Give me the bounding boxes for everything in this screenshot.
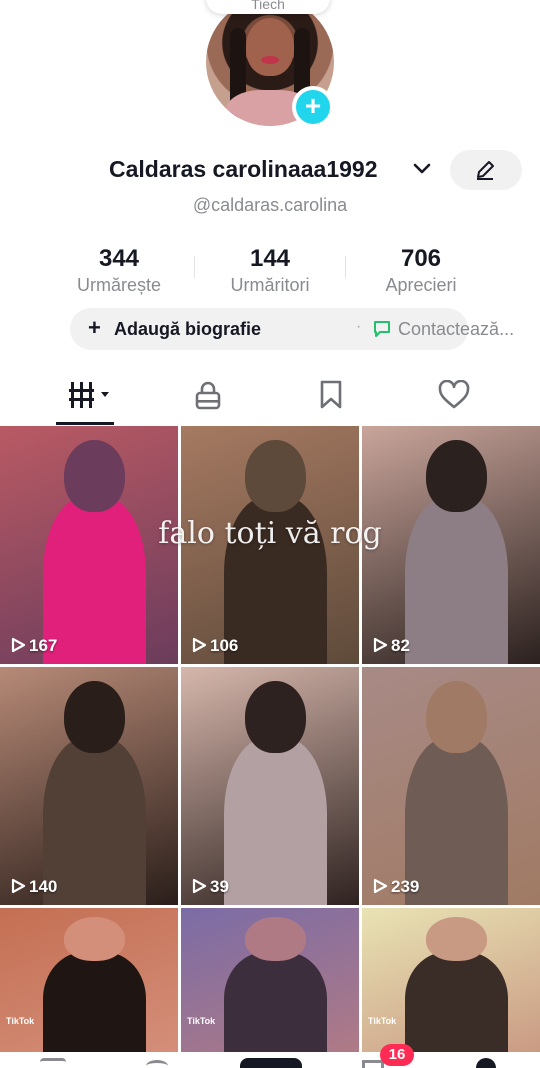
tab-videos[interactable]	[18, 368, 153, 424]
message-icon	[374, 321, 390, 337]
add-avatar-plus-icon[interactable]: +	[292, 86, 334, 128]
nav-create-button[interactable]	[240, 1058, 302, 1068]
video-thumbnail[interactable]: 239	[362, 667, 540, 905]
display-name[interactable]: Caldaras carolinaaa1992	[109, 156, 378, 183]
bottom-nav: 16	[0, 1044, 540, 1068]
contact-button[interactable]: Contactează...	[398, 319, 514, 340]
stat-label: Aprecieri	[385, 275, 457, 295]
view-count: 167	[10, 636, 57, 656]
profile-name-row: Caldaras carolinaaa1992	[0, 150, 540, 190]
tab-private[interactable]	[140, 368, 275, 424]
stat-likes[interactable]: 706 Aprecieri	[346, 244, 496, 296]
tab-liked[interactable]	[386, 368, 521, 424]
tiktok-watermark: TikTok	[187, 1016, 216, 1026]
nav-profile-icon[interactable]	[476, 1058, 496, 1068]
stat-label: Urmăritori	[230, 275, 310, 295]
top-status-pill: Tiech	[206, 0, 330, 14]
overlay-caption: falo toți vă rog	[158, 516, 382, 551]
add-bio-plus-icon[interactable]: +	[88, 316, 101, 340]
tiktok-watermark: TikTok	[6, 1016, 35, 1026]
bio-separator: ·	[356, 318, 362, 335]
lock-icon	[195, 381, 221, 410]
play-icon	[192, 637, 207, 653]
play-icon	[373, 637, 388, 653]
stat-following[interactable]: 344 Urmărește	[44, 244, 194, 296]
nav-inbox-icon[interactable]	[362, 1060, 384, 1068]
video-thumbnail[interactable]: TikTok	[362, 908, 540, 1054]
inbox-badge: 16	[380, 1044, 414, 1066]
view-count: 140	[10, 877, 57, 897]
nav-friends-icon[interactable]	[146, 1060, 168, 1068]
bookmark-icon	[320, 380, 342, 409]
edit-profile-button[interactable]	[450, 150, 522, 190]
profile-stats: 344 Urmărește 144 Urmăritori 706 Aprecie…	[0, 244, 540, 300]
videos-grid-icon	[69, 382, 109, 408]
view-count: 106	[191, 636, 238, 656]
play-icon	[11, 637, 26, 653]
bio-bar: + Adaugă biografie · Contactează...	[70, 308, 514, 350]
profile-tabs	[0, 368, 540, 426]
stat-value: 706	[400, 245, 442, 272]
video-thumbnail[interactable]: 140	[0, 667, 178, 905]
username-handle: @caldaras.carolina	[192, 195, 348, 215]
stat-value: 344	[98, 245, 140, 272]
stat-value: 144	[249, 245, 291, 272]
play-icon	[192, 878, 207, 894]
tiktok-watermark: TikTok	[368, 1016, 397, 1026]
add-bio-button[interactable]: Adaugă biografie	[114, 319, 261, 340]
tab-saved[interactable]	[264, 368, 399, 424]
chevron-down-icon[interactable]	[412, 162, 432, 176]
nav-home-icon[interactable]	[40, 1058, 66, 1068]
video-thumbnail[interactable]: 39	[181, 667, 359, 905]
play-icon	[11, 878, 26, 894]
active-tab-indicator	[56, 422, 114, 425]
video-thumbnail[interactable]: TikTok	[181, 908, 359, 1054]
play-icon	[373, 878, 388, 894]
video-thumbnail[interactable]: TikTok	[0, 908, 178, 1054]
stat-followers[interactable]: 144 Urmăritori	[195, 244, 345, 296]
pencil-icon	[477, 161, 494, 180]
stat-label: Urmărește	[76, 275, 161, 295]
view-count: 39	[191, 877, 229, 897]
view-count: 82	[372, 636, 410, 656]
heart-icon	[438, 380, 470, 409]
view-count: 239	[372, 877, 419, 897]
